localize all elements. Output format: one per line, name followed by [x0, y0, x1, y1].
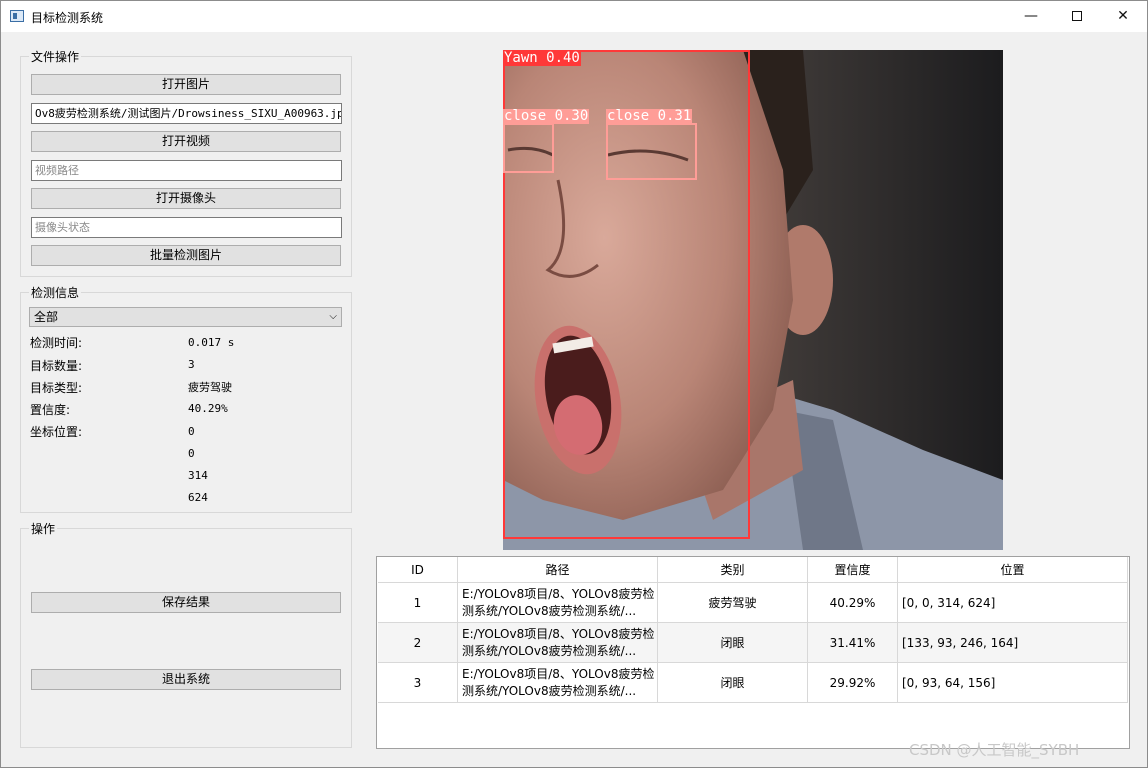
bbox-close-left	[503, 123, 554, 173]
count-value: 3	[188, 358, 195, 371]
detection-image: Yawn 0.40 close 0.30 close 0.31	[503, 50, 1003, 550]
header-class[interactable]: 类别	[658, 557, 808, 583]
type-label: 目标类型:	[30, 381, 83, 395]
ops-title: 操作	[29, 520, 58, 537]
detect-info-title: 检测信息	[29, 284, 82, 301]
cell-class: 闭眼	[658, 663, 808, 703]
image-path-input[interactable]: Ov8疲劳检测系统/测试图片/Drowsiness_SIXU_A00963.jp…	[31, 103, 342, 124]
bbox-yawn-label: Yawn 0.40	[503, 50, 581, 66]
file-ops-title: 文件操作	[29, 48, 82, 65]
count-label: 目标数量:	[30, 359, 83, 373]
batch-detect-button[interactable]: 批量检测图片	[31, 245, 341, 266]
position-x2: 314	[188, 469, 208, 482]
ops-group: 操作	[20, 520, 352, 748]
table-row[interactable]: 2 E:/YOLOv8项目/8、YOLOv8疲劳检测系统/YOLOv8疲劳检测系…	[378, 623, 1128, 663]
cell-id: 3	[378, 663, 458, 703]
save-result-button[interactable]: 保存结果	[31, 592, 341, 613]
open-video-button[interactable]: 打开视频	[31, 131, 341, 152]
confidence-label: 置信度:	[30, 403, 71, 417]
table-row[interactable]: 3 E:/YOLOv8项目/8、YOLOv8疲劳检测系统/YOLOv8疲劳检测系…	[378, 663, 1128, 703]
header-confidence[interactable]: 置信度	[808, 557, 898, 583]
position-label: 坐标位置:	[30, 425, 83, 439]
cell-confidence: 29.92%	[808, 663, 898, 703]
app-icon	[10, 10, 24, 22]
position-y1: 0	[188, 447, 195, 460]
title-bar: 目标检测系统 — ✕	[1, 1, 1147, 32]
exit-system-button[interactable]: 退出系统	[31, 669, 341, 690]
cell-path: E:/YOLOv8项目/8、YOLOv8疲劳检测系统/YOLOv8疲劳检测系统/…	[458, 623, 658, 663]
bbox-close-right-label: close 0.31	[606, 108, 693, 124]
camera-status-input[interactable]: 摄像头状态	[31, 217, 342, 238]
cell-position: [133, 93, 246, 164]	[898, 623, 1128, 663]
minimize-button[interactable]: —	[1008, 1, 1054, 32]
cell-confidence: 31.41%	[808, 623, 898, 663]
cell-path: E:/YOLOv8项目/8、YOLOv8疲劳检测系统/YOLOv8疲劳检测系统/…	[458, 663, 658, 703]
time-label: 检测时间:	[30, 336, 83, 350]
results-table: ID 路径 类别 置信度 位置 1 E:/YOLOv8项目/8、YOLOv8疲劳…	[376, 556, 1130, 749]
main-window: 目标检测系统 — ✕ 文件操作 打开图片 Ov8疲劳检测系统/测试图片/Drow…	[0, 0, 1148, 768]
maximize-icon	[1072, 11, 1082, 21]
bbox-close-right	[606, 123, 697, 180]
chevron-down-icon: ⌵	[329, 311, 337, 322]
cell-position: [0, 93, 64, 156]	[898, 663, 1128, 703]
target-filter-value: 全部	[34, 310, 59, 324]
window-title: 目标检测系统	[31, 11, 104, 25]
table-header: ID 路径 类别 置信度 位置	[378, 557, 1128, 583]
close-icon: ✕	[1117, 8, 1129, 24]
cell-class: 闭眼	[658, 623, 808, 663]
open-camera-button[interactable]: 打开摄像头	[31, 188, 341, 209]
cell-id: 2	[378, 623, 458, 663]
cell-path: E:/YOLOv8项目/8、YOLOv8疲劳检测系统/YOLOv8疲劳检测系统/…	[458, 583, 658, 623]
position-x1: 0	[188, 425, 195, 438]
header-position[interactable]: 位置	[898, 557, 1128, 583]
confidence-value: 40.29%	[188, 402, 228, 415]
cell-class: 疲劳驾驶	[658, 583, 808, 623]
minimize-icon: —	[1024, 8, 1038, 24]
maximize-button[interactable]	[1054, 1, 1100, 32]
watermark-text: CSDN @人工智能_SYBH	[909, 741, 1080, 759]
cell-id: 1	[378, 583, 458, 623]
target-filter-select[interactable]: 全部 ⌵	[29, 307, 342, 327]
table-row[interactable]: 1 E:/YOLOv8项目/8、YOLOv8疲劳检测系统/YOLOv8疲劳检测系…	[378, 583, 1128, 623]
close-button[interactable]: ✕	[1100, 1, 1146, 32]
header-id[interactable]: ID	[378, 557, 458, 583]
open-image-button[interactable]: 打开图片	[31, 74, 341, 95]
bbox-close-left-label: close 0.30	[503, 108, 590, 124]
cell-position: [0, 0, 314, 624]	[898, 583, 1128, 623]
time-value: 0.017 s	[188, 336, 235, 349]
position-y2: 624	[188, 491, 208, 504]
header-path[interactable]: 路径	[458, 557, 658, 583]
type-value: 疲劳驾驶	[188, 381, 232, 394]
cell-confidence: 40.29%	[808, 583, 898, 623]
video-path-input[interactable]: 视频路径	[31, 160, 342, 181]
